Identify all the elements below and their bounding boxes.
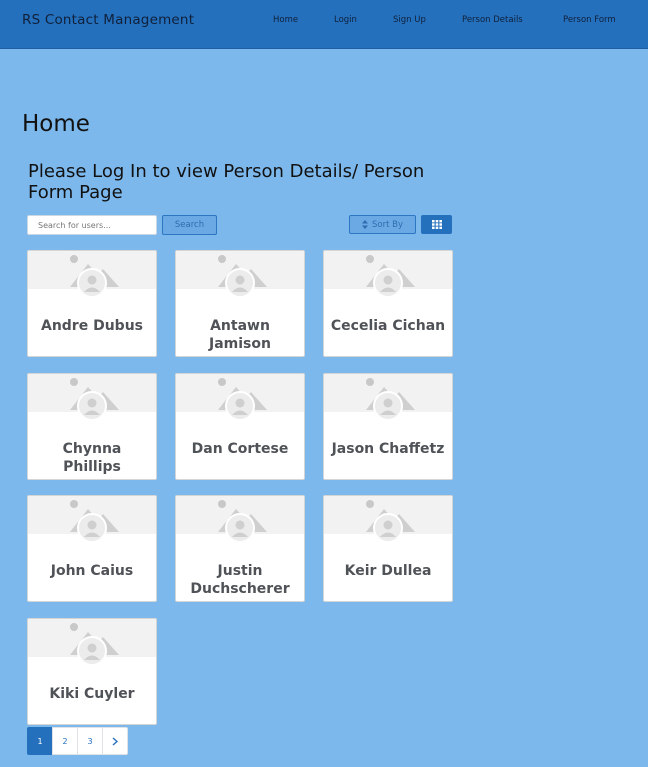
person-name: Keir Dullea: [344, 563, 432, 579]
page-1-button[interactable]: 1: [27, 727, 53, 755]
next-page-button[interactable]: [102, 727, 128, 755]
person-name: Andre Dubus: [40, 318, 143, 334]
nav-link-person-details[interactable]: Person Details: [462, 15, 523, 25]
person-card[interactable]: Cecelia Cichan: [323, 250, 453, 357]
search-button-label: Search: [174, 220, 205, 230]
sort-by-button[interactable]: Sort By: [349, 215, 416, 234]
avatar-icon: [373, 268, 403, 298]
pagination: 1 2 3: [27, 727, 128, 755]
person-card[interactable]: Antawn Jamison: [175, 250, 305, 357]
sort-by-label: Sort By: [372, 219, 403, 230]
person-name: John Caius: [50, 563, 134, 579]
avatar-icon: [373, 513, 403, 543]
avatar-icon: [77, 391, 107, 421]
person-name: Dan Cortese: [191, 441, 289, 457]
person-card[interactable]: Jason Chaffetz: [323, 373, 453, 480]
avatar-icon: [225, 391, 255, 421]
avatar-icon: [373, 391, 403, 421]
person-card[interactable]: Justin Duchscherer: [175, 495, 305, 602]
avatar-icon: [77, 636, 107, 666]
person-card[interactable]: Kiki Cuyler: [27, 618, 157, 725]
brand-title[interactable]: RS Contact Management: [22, 12, 194, 28]
avatar-icon: [225, 268, 255, 298]
search-input[interactable]: [27, 215, 157, 235]
chevron-right-icon: [112, 736, 118, 746]
person-card[interactable]: Andre Dubus: [27, 250, 157, 357]
page-3-button[interactable]: 3: [77, 727, 103, 755]
person-card[interactable]: John Caius: [27, 495, 157, 602]
avatar-icon: [77, 513, 107, 543]
person-card[interactable]: Chynna Phillips: [27, 373, 157, 480]
grid-view-icon: [431, 220, 442, 229]
person-name: Jason Chaffetz: [331, 441, 445, 457]
nav-link-sign-up[interactable]: Sign Up: [393, 15, 426, 25]
person-name: Cecelia Cichan: [330, 318, 446, 334]
person-name: Chynna Phillips: [62, 441, 122, 475]
nav-link-login[interactable]: Login: [334, 15, 357, 25]
navbar: RS Contact Management Home Login Sign Up…: [0, 0, 648, 49]
person-name: Antawn Jamison: [209, 318, 271, 352]
grid-view-button[interactable]: [421, 215, 452, 234]
person-card[interactable]: Dan Cortese: [175, 373, 305, 480]
page-title: Home: [22, 111, 90, 137]
page-2-button[interactable]: 2: [52, 727, 78, 755]
avatar-icon: [225, 513, 255, 543]
person-name: Justin Duchscherer: [190, 563, 290, 597]
nav-link-person-form[interactable]: Person Form: [563, 15, 616, 25]
sort-icon: [362, 220, 368, 229]
person-card[interactable]: Keir Dullea: [323, 495, 453, 602]
login-prompt: Please Log In to view Person Details/ Pe…: [28, 161, 425, 203]
nav-link-home[interactable]: Home: [273, 15, 298, 25]
search-button[interactable]: Search: [162, 215, 217, 235]
avatar-icon: [77, 268, 107, 298]
person-name: Kiki Cuyler: [49, 686, 135, 702]
